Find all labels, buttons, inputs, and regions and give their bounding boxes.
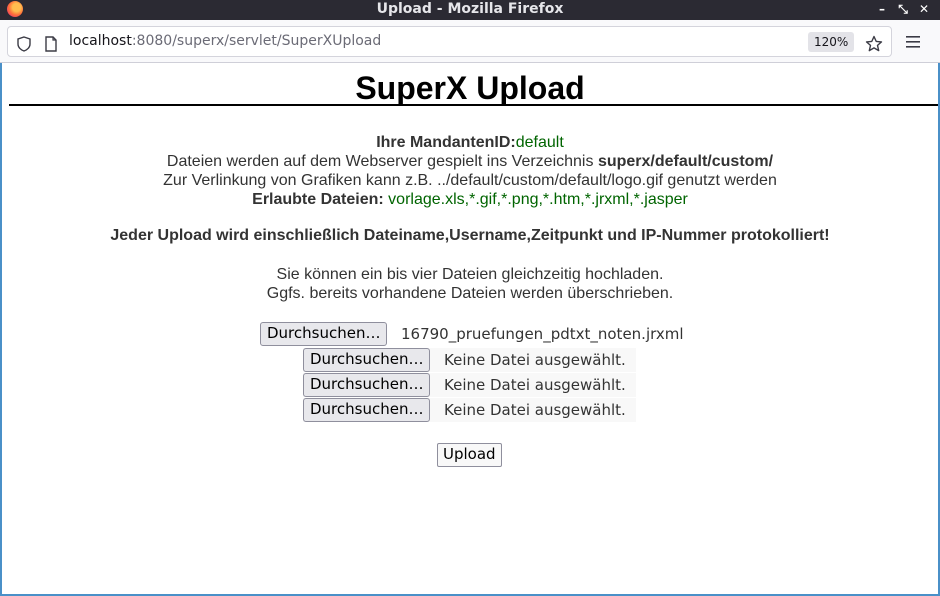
hint-line-2: Ggfs. bereits vorhandene Dateien werden … <box>266 285 674 302</box>
browse-button-4[interactable]: Durchsuchen… <box>303 398 431 422</box>
page-content: SuperX Upload Ihre MandantenID:default D… <box>0 63 940 596</box>
file-input-4[interactable]: Durchsuchen… Keine Datei ausgewählt. <box>303 398 636 422</box>
title-divider <box>9 104 938 106</box>
upload-button[interactable]: Upload <box>437 443 502 467</box>
directory-text: Dateien werden auf dem Webserver gespiel… <box>166 153 598 170</box>
hint-line-1: Sie können ein bis vier Dateien gleichze… <box>276 266 664 283</box>
url-host: localhost <box>69 33 132 49</box>
file-status-2: Keine Datei ausgewählt. <box>444 351 626 369</box>
file-name-1: 16790_pruefungen_pdtxt_noten.jrxml <box>401 325 684 343</box>
logging-warning: Jeder Upload wird einschließlich Dateina… <box>110 227 830 244</box>
allowed-files-value: vorlage.xls,*.gif,*.png,*.htm,*.jrxml,*.… <box>383 191 688 208</box>
file-input-2[interactable]: Durchsuchen… Keine Datei ausgewählt. <box>303 348 636 372</box>
file-input-1[interactable]: Durchsuchen… 16790_pruefungen_pdtxt_note… <box>260 322 684 346</box>
browse-button-2[interactable]: Durchsuchen… <box>303 348 431 372</box>
browse-button-1[interactable]: Durchsuchen… <box>260 322 388 346</box>
browse-button-3[interactable]: Durchsuchen… <box>303 373 431 397</box>
mandant-label: Ihre MandantenID: <box>376 134 516 151</box>
file-input-3[interactable]: Durchsuchen… Keine Datei ausgewählt. <box>303 373 636 397</box>
upload-hint: Sie können ein bis vier Dateien gleichze… <box>2 265 938 303</box>
window-titlebar: Upload - Mozilla Firefox – ⤡ ✕ <box>0 0 940 20</box>
navigation-bar: localhost:8080/superx/servlet/SuperXUplo… <box>0 20 940 63</box>
url-text[interactable]: localhost:8080/superx/servlet/SuperXUplo… <box>69 27 381 56</box>
zoom-level-badge[interactable]: 120% <box>808 32 855 52</box>
link-hint-line: Zur Verlinkung von Grafiken kann z.B. ..… <box>163 172 777 189</box>
shield-icon[interactable] <box>16 27 32 58</box>
mandant-value: default <box>515 134 564 151</box>
directory-line: Dateien werden auf dem Webserver gespiel… <box>2 152 938 171</box>
mandant-line: Ihre MandantenID:default <box>2 133 938 152</box>
directory-path: superx/default/custom/ <box>597 153 774 170</box>
restore-button[interactable]: ⤡ <box>893 0 913 18</box>
page-title: SuperX Upload <box>355 70 585 106</box>
url-path: :8080/superx/servlet/SuperXUpload <box>131 33 382 49</box>
page-info-icon[interactable] <box>44 27 58 58</box>
minimize-button[interactable]: – <box>872 0 892 18</box>
upload-info: Ihre MandantenID:default Dateien werden … <box>2 133 938 209</box>
bookmark-star-icon[interactable] <box>865 27 883 58</box>
hamburger-menu-icon[interactable] <box>902 27 924 57</box>
allowed-files-line: Erlaubte Dateien: vorlage.xls,*.gif,*.pn… <box>2 190 938 209</box>
close-window-button[interactable]: ✕ <box>914 0 934 18</box>
allowed-files-label: Erlaubte Dateien: <box>252 191 384 208</box>
url-bar[interactable]: localhost:8080/superx/servlet/SuperXUplo… <box>7 26 892 57</box>
window-title: Upload - Mozilla Firefox <box>376 1 564 17</box>
file-status-4: Keine Datei ausgewählt. <box>444 401 626 419</box>
file-status-3: Keine Datei ausgewählt. <box>444 376 626 394</box>
